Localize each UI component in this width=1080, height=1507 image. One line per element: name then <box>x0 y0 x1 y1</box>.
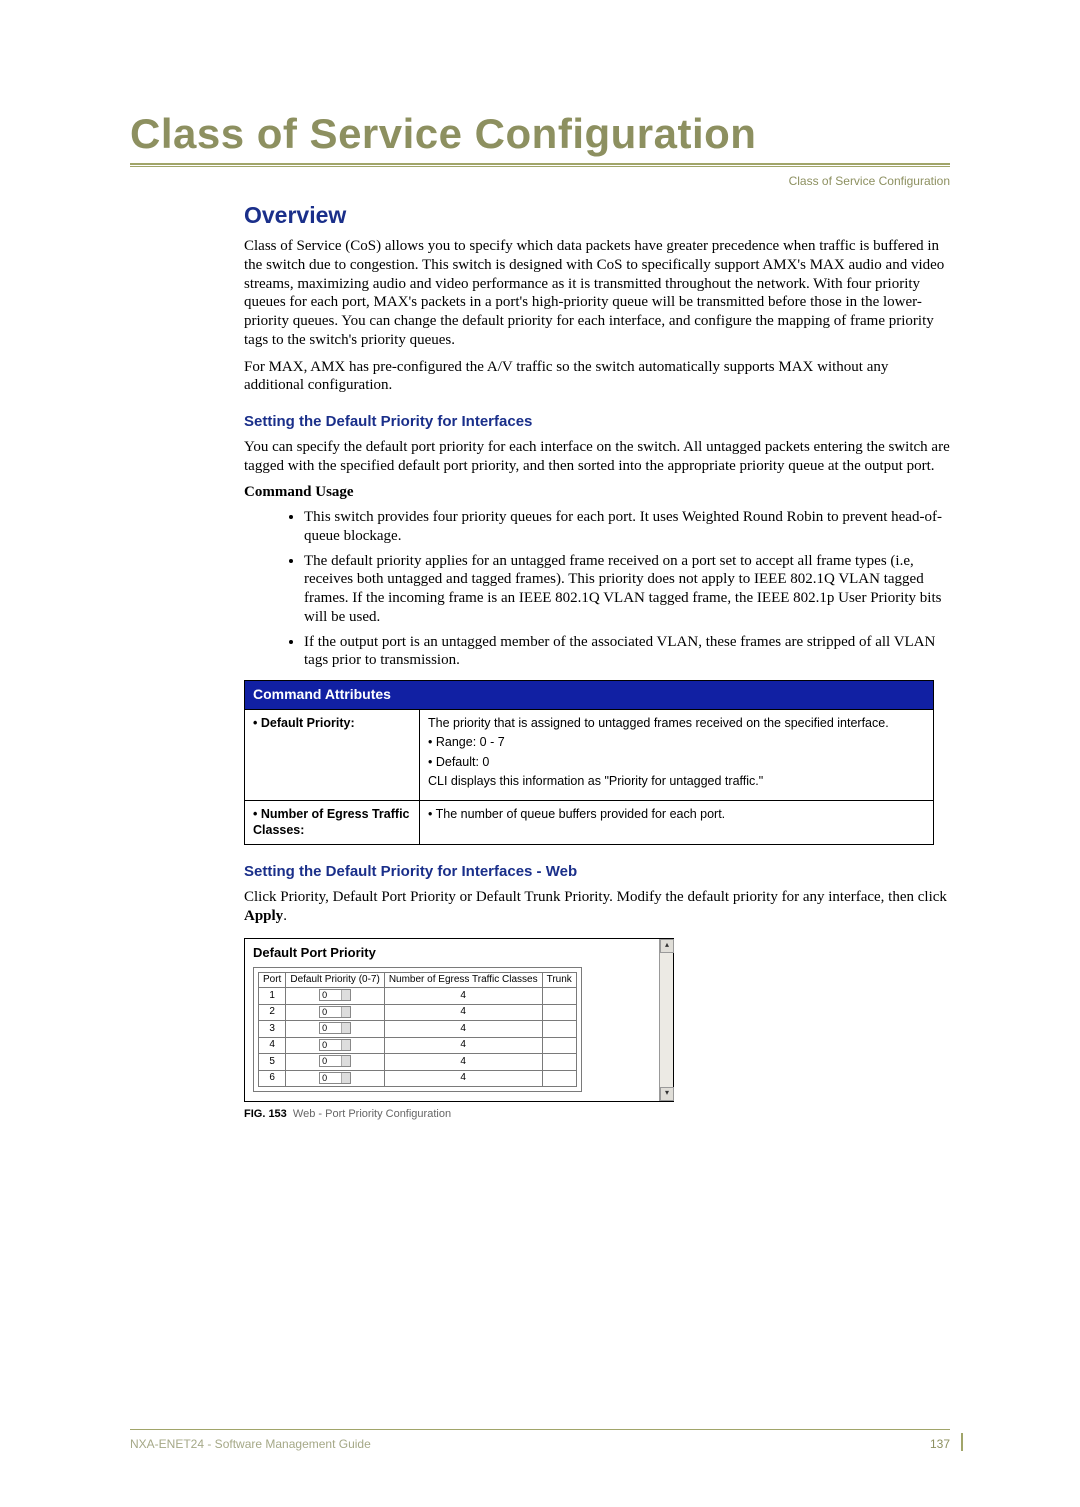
figure-panel-title: Default Port Priority <box>253 945 665 961</box>
footer-guide-title: NXA-ENET24 - Software Management Guide <box>130 1437 371 1451</box>
table-row: 3 0 4 <box>259 1021 577 1038</box>
figure-inner-box: Port Default Priority (0-7) Number of Eg… <box>253 967 582 1093</box>
cell-priority: 0 <box>286 1054 384 1071</box>
footer: NXA-ENET24 - Software Management Guide 1… <box>130 1437 950 1451</box>
scroll-up-button[interactable]: ▴ <box>660 939 674 953</box>
document-page: Class of Service Configuration Class of … <box>0 110 1080 1507</box>
chapter-title: Class of Service Configuration <box>130 110 950 158</box>
scrollbar-vertical[interactable]: ▴ ▾ <box>659 939 673 1102</box>
table-row: • Number of Egress Traffic Classes: The … <box>245 801 934 845</box>
attr-num-egress-label: • Number of Egress Traffic Classes: <box>245 801 420 845</box>
command-usage-label: Command Usage <box>244 483 950 502</box>
attr-default-priority-label: • Default Priority: <box>245 709 420 801</box>
footer-accent-tick <box>961 1433 963 1451</box>
priority-stepper[interactable]: 0 <box>319 1006 351 1018</box>
priority-stepper[interactable]: 0 <box>319 1039 351 1051</box>
overview-paragraph-2: For MAX, AMX has pre-configured the A/V … <box>244 358 950 396</box>
col-trunk: Trunk <box>542 972 576 988</box>
setting-web-text-part2: . <box>283 908 287 924</box>
port-priority-table: Port Default Priority (0-7) Number of Eg… <box>258 972 577 1088</box>
top-rule-thick <box>130 163 950 165</box>
command-usage-list: This switch provides four priority queue… <box>304 508 950 670</box>
setting-paragraph-1: You can specify the default port priorit… <box>244 438 950 476</box>
usage-item: The default priority applies for an unta… <box>304 552 950 627</box>
attr-table-header: Command Attributes <box>245 681 934 710</box>
cell-egress: 4 <box>384 1054 542 1071</box>
attr-desc-line: The priority that is assigned to untagge… <box>428 716 925 732</box>
priority-stepper[interactable]: 0 <box>319 1055 351 1067</box>
attr-desc-line: Range: 0 - 7 <box>428 735 925 751</box>
subsection-setting-heading: Setting the Default Priority for Interfa… <box>244 413 950 432</box>
cell-priority: 0 <box>286 988 384 1005</box>
priority-stepper[interactable]: 0 <box>319 989 351 1001</box>
attr-default-priority-desc: The priority that is assigned to untagge… <box>420 709 934 801</box>
cell-port: 2 <box>259 1004 286 1021</box>
section-overview-heading: Overview <box>244 202 950 229</box>
usage-item: If the output port is an untagged member… <box>304 633 950 671</box>
overview-paragraph-1: Class of Service (CoS) allows you to spe… <box>244 237 950 350</box>
attr-desc-line: The number of queue buffers provided for… <box>428 807 925 823</box>
cell-port: 1 <box>259 988 286 1005</box>
table-row: • Default Priority: The priority that is… <box>245 709 934 801</box>
cell-trunk <box>542 1037 576 1054</box>
cell-priority: 0 <box>286 1070 384 1087</box>
figure-panel: ▴ ▾ Default Port Priority Port Default P… <box>244 938 674 1103</box>
scroll-down-button[interactable]: ▾ <box>660 1087 674 1101</box>
cell-trunk <box>542 1070 576 1087</box>
cell-port: 5 <box>259 1054 286 1071</box>
cell-port: 3 <box>259 1021 286 1038</box>
footer-rule <box>130 1429 950 1430</box>
cell-egress: 4 <box>384 1070 542 1087</box>
apply-label-bold: Apply <box>244 908 283 924</box>
cell-egress: 4 <box>384 1021 542 1038</box>
subsection-setting-web-heading: Setting the Default Priority for Interfa… <box>244 863 950 882</box>
body-content: Class of Service (CoS) allows you to spe… <box>244 237 950 1122</box>
cell-egress: 4 <box>384 1037 542 1054</box>
figure-caption-text: Web - Port Priority Configuration <box>293 1108 451 1120</box>
attr-desc-line: CLI displays this information as "Priori… <box>428 774 925 790</box>
table-row: 5 0 4 <box>259 1054 577 1071</box>
attr-num-egress-desc: The number of queue buffers provided for… <box>420 801 934 845</box>
running-header: Class of Service Configuration <box>789 174 950 188</box>
cell-priority: 0 <box>286 1004 384 1021</box>
cell-trunk <box>542 1021 576 1038</box>
top-rule-thin <box>130 166 950 167</box>
col-default-priority: Default Priority (0-7) <box>286 972 384 988</box>
table-row: 1 0 4 <box>259 988 577 1005</box>
priority-stepper[interactable]: 0 <box>319 1022 351 1034</box>
cell-trunk <box>542 1004 576 1021</box>
cell-port: 6 <box>259 1070 286 1087</box>
table-row: 6 0 4 <box>259 1070 577 1087</box>
figure-screenshot: ▴ ▾ Default Port Priority Port Default P… <box>244 938 674 1122</box>
cell-priority: 0 <box>286 1037 384 1054</box>
col-num-egress: Number of Egress Traffic Classes <box>384 972 542 988</box>
cell-egress: 4 <box>384 1004 542 1021</box>
setting-web-paragraph: Click Priority, Default Port Priority or… <box>244 888 950 926</box>
attr-desc-line: Default: 0 <box>428 755 925 771</box>
usage-item: This switch provides four priority queue… <box>304 508 950 546</box>
cell-port: 4 <box>259 1037 286 1054</box>
cell-trunk <box>542 988 576 1005</box>
figure-number: FIG. 153 <box>244 1108 287 1120</box>
cell-priority: 0 <box>286 1021 384 1038</box>
setting-web-text-part1: Click Priority, Default Port Priority or… <box>244 889 947 905</box>
page-number: 137 <box>930 1437 950 1451</box>
cell-egress: 4 <box>384 988 542 1005</box>
cell-trunk <box>542 1054 576 1071</box>
col-port: Port <box>259 972 286 988</box>
table-row: 2 0 4 <box>259 1004 577 1021</box>
table-row: 4 0 4 <box>259 1037 577 1054</box>
figure-caption: FIG. 153 Web - Port Priority Configurati… <box>244 1108 674 1122</box>
priority-stepper[interactable]: 0 <box>319 1072 351 1084</box>
command-attributes-table: Command Attributes • Default Priority: T… <box>244 680 934 845</box>
